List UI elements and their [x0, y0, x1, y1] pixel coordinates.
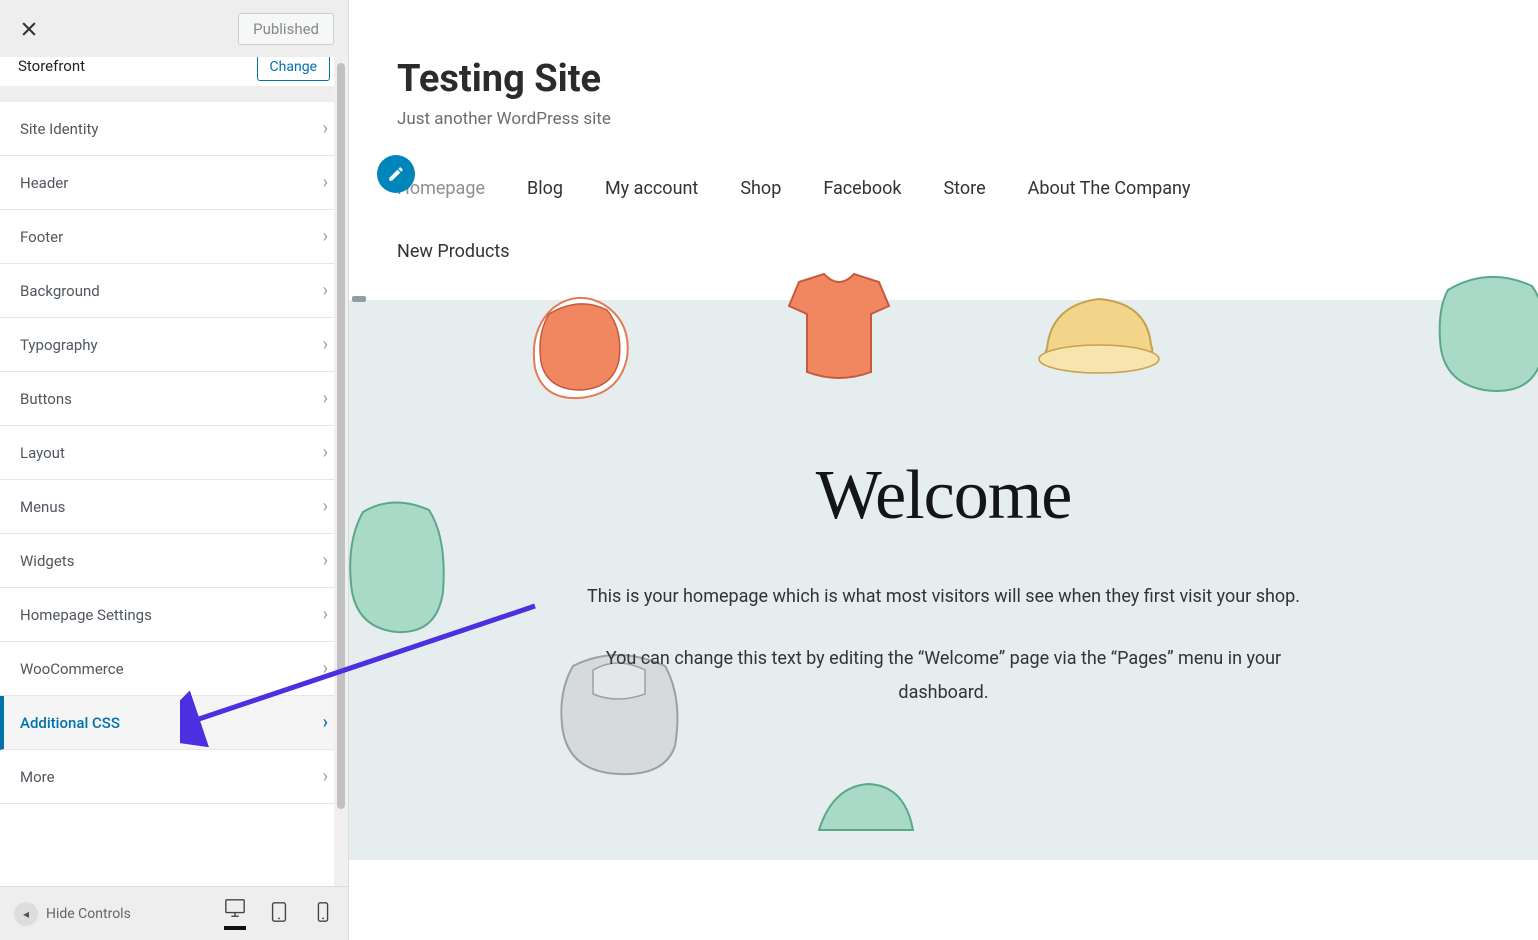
jacket-illustration [1428, 270, 1538, 400]
sidebar-footer: ◂ Hide Controls [0, 886, 348, 940]
nav-item-my-account[interactable]: My account [605, 178, 698, 199]
chevron-right-icon: › [323, 442, 328, 463]
panel-layout[interactable]: Layout › [0, 426, 348, 480]
published-button[interactable]: Published [238, 13, 334, 45]
nav-item-about[interactable]: About The Company [1028, 178, 1191, 199]
chevron-right-icon: › [323, 496, 328, 517]
mobile-icon [312, 901, 334, 923]
chevron-right-icon: › [323, 226, 328, 247]
pencil-icon [387, 165, 405, 183]
close-icon [19, 19, 39, 39]
panel-label: Additional CSS [20, 714, 120, 732]
panel-site-identity[interactable]: Site Identity › [0, 102, 348, 156]
panel-menus[interactable]: Menus › [0, 480, 348, 534]
change-theme-button[interactable]: Change [257, 57, 330, 81]
panel-label: Menus [20, 498, 65, 516]
tablet-icon [268, 901, 290, 923]
device-desktop-button[interactable] [224, 897, 246, 930]
scrollbar-thumb[interactable] [337, 63, 345, 809]
panel-label: Background [20, 282, 100, 300]
accordion-list: Site Identity › Header › Footer › Backgroun… [0, 102, 348, 804]
cap-illustration [1029, 285, 1169, 390]
section-gap [0, 87, 348, 102]
chevron-right-icon: › [323, 118, 328, 139]
panel-homepage-settings[interactable]: Homepage Settings › [0, 588, 348, 642]
panel-typography[interactable]: Typography › [0, 318, 348, 372]
panel-scroll-area: Active theme Storefront Change Site Iden… [0, 57, 348, 886]
partial-illustration [809, 780, 919, 840]
welcome-section: Welcome This is your homepage which is w… [349, 456, 1538, 739]
panel-label: Header [20, 174, 68, 192]
panel-footer[interactable]: Footer › [0, 210, 348, 264]
site-tagline: Just another WordPress site [397, 109, 1538, 129]
hoodie-illustration [519, 290, 649, 415]
preview-pane: Testing Site Just another WordPress site… [349, 0, 1538, 940]
active-theme-name: Storefront [18, 57, 85, 75]
panel-header[interactable]: Header › [0, 156, 348, 210]
edit-shortcut-button[interactable] [377, 155, 415, 193]
chevron-right-icon: › [323, 172, 328, 193]
sidebar-toolbar: Published [0, 0, 348, 57]
device-switcher [224, 897, 334, 930]
site-title: Testing Site [397, 57, 1538, 101]
nav-item-blog[interactable]: Blog [527, 178, 563, 199]
panel-additional-css[interactable]: Additional CSS › [0, 696, 348, 750]
device-mobile-button[interactable] [312, 901, 334, 927]
chevron-right-icon: › [323, 766, 328, 787]
chevron-right-icon: › [323, 388, 328, 409]
active-theme-row: Active theme Storefront Change [0, 57, 348, 87]
resize-handle[interactable] [352, 296, 366, 302]
panel-label: Layout [20, 444, 65, 462]
tshirt-illustration [779, 272, 899, 387]
collapse-left-icon: ◂ [14, 902, 38, 926]
nav-item-facebook[interactable]: Facebook [823, 178, 901, 199]
panel-label: WooCommerce [20, 660, 124, 678]
panel-label: Widgets [20, 552, 74, 570]
homepage-hero: Welcome This is your homepage which is w… [349, 300, 1538, 860]
close-button[interactable] [0, 0, 57, 57]
panel-buttons[interactable]: Buttons › [0, 372, 348, 426]
sidebar-scrollbar[interactable] [334, 57, 348, 886]
customizer-sidebar: Published Active theme Storefront Change… [0, 0, 349, 940]
primary-nav: Homepage Blog My account Shop Facebook S… [349, 153, 1538, 229]
panel-label: More [20, 768, 55, 786]
chevron-right-icon: › [323, 550, 328, 571]
welcome-paragraph-1: This is your homepage which is what most… [564, 580, 1324, 614]
nav-item-shop[interactable]: Shop [740, 178, 781, 199]
panel-label: Buttons [20, 390, 72, 408]
chevron-right-icon: › [323, 604, 328, 625]
panel-woocommerce[interactable]: WooCommerce › [0, 642, 348, 696]
desktop-icon [224, 897, 246, 919]
chevron-right-icon: › [323, 712, 328, 733]
welcome-heading: Welcome [409, 456, 1478, 536]
panel-label: Homepage Settings [20, 606, 152, 624]
welcome-paragraph-2: You can change this text by editing the … [564, 642, 1324, 710]
device-tablet-button[interactable] [268, 901, 290, 927]
chevron-right-icon: › [323, 658, 328, 679]
hide-controls-label: Hide Controls [46, 906, 131, 922]
panel-background[interactable]: Background › [0, 264, 348, 318]
site-header: Testing Site Just another WordPress site [349, 30, 1538, 129]
nav-item-new-products[interactable]: New Products [397, 241, 510, 262]
chevron-right-icon: › [323, 334, 328, 355]
panel-more[interactable]: More › [0, 750, 348, 804]
panel-label: Footer [20, 228, 63, 246]
nav-item-store[interactable]: Store [943, 178, 985, 199]
panel-widgets[interactable]: Widgets › [0, 534, 348, 588]
chevron-right-icon: › [323, 280, 328, 301]
panel-label: Site Identity [20, 120, 98, 138]
panel-label: Typography [20, 336, 98, 354]
hide-controls-button[interactable]: ◂ Hide Controls [14, 902, 131, 926]
